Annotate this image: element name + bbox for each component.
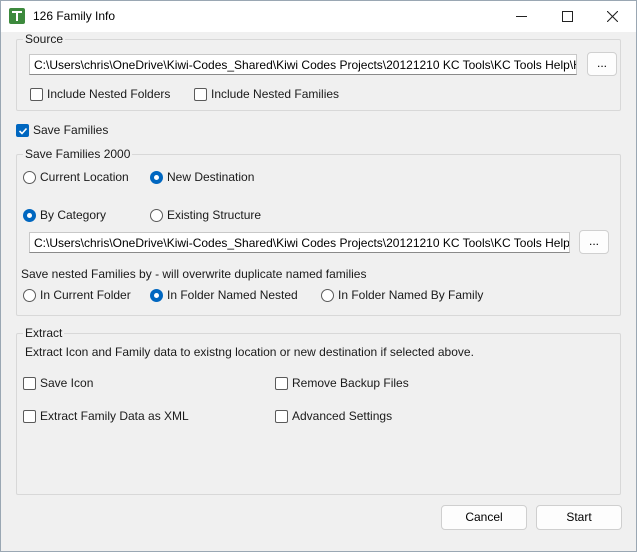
radio-circle[interactable] [150,289,163,302]
maximize-button[interactable] [545,1,591,32]
checkbox-label: Save Families [33,123,109,137]
checkbox-box[interactable] [275,410,288,423]
minimize-button[interactable] [499,1,545,32]
source-browse-button[interactable]: ... [587,52,617,76]
window-title: 126 Family Info [33,9,116,23]
app-logo-icon [9,8,25,24]
radio-circle[interactable] [23,209,36,222]
radio-circle[interactable] [150,209,163,222]
start-button[interactable]: Start [536,505,622,530]
close-button[interactable] [590,1,636,32]
radio-label: In Folder Named By Family [338,288,484,302]
radio-label: Existing Structure [167,208,262,222]
nested-families-label: Save nested Families by - will overwrite… [21,267,367,281]
checkbox-label: Extract Family Data as XML [40,409,189,423]
checkbox-box[interactable] [30,88,43,101]
destination-path-input[interactable]: C:\Users\chris\OneDrive\Kiwi-Codes_Share… [29,232,570,253]
save-families-group-label: Save Families 2000 [23,147,133,161]
radio-circle[interactable] [321,289,334,302]
radio-label: In Current Folder [40,288,131,302]
radio-circle[interactable] [150,171,163,184]
radio-label: In Folder Named Nested [167,288,298,302]
cancel-button[interactable]: Cancel [441,505,527,530]
maximize-icon [562,11,573,22]
radio-circle[interactable] [23,171,36,184]
extract-group-label: Extract [23,326,65,340]
checkbox-box[interactable] [194,88,207,101]
source-group-label: Source [23,32,66,46]
minimize-icon [516,16,527,17]
radio-label: New Destination [167,170,255,184]
family-info-window: 126 Family Info Source C:\Users\chris\On… [0,0,637,552]
source-path-input[interactable]: C:\Users\chris\OneDrive\Kiwi-Codes_Share… [29,54,577,75]
checkmark-icon [18,127,28,135]
checkbox-box[interactable] [16,124,29,137]
radio-circle[interactable] [23,289,36,302]
checkbox-label: Include Nested Families [211,87,340,101]
checkbox-box[interactable] [275,377,288,390]
radio-label: Current Location [40,170,129,184]
radio-label: By Category [40,208,107,222]
checkbox-label: Save Icon [40,376,94,390]
extract-description: Extract Icon and Family data to existng … [25,345,474,359]
checkbox-box[interactable] [23,410,36,423]
checkbox-label: Remove Backup Files [292,376,409,390]
destination-browse-button[interactable]: ... [579,230,609,254]
checkbox-box[interactable] [23,377,36,390]
checkbox-label: Include Nested Folders [47,87,171,101]
close-icon [607,11,618,22]
checkbox-label: Advanced Settings [292,409,393,423]
title-bar[interactable]: 126 Family Info [1,1,636,32]
